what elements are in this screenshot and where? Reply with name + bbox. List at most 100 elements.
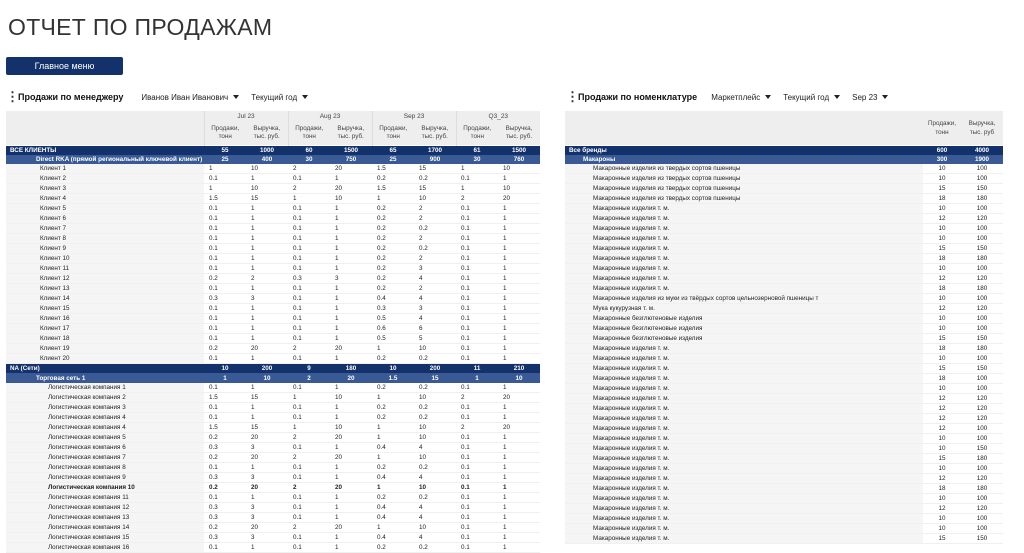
table-row[interactable]: Макаронные изделия т. м. 10 100 [565, 383, 1003, 395]
table-row[interactable]: Макаронные изделия т. м. 10 100 [565, 523, 1003, 535]
table-row[interactable]: ВСЕ КЛИЕНТЫ 55 1000 60 1500 65 1700 61 1500 [6, 144, 541, 155]
table-row[interactable]: Макаронные изделия т. м. 15 150 [565, 243, 1003, 255]
table-row[interactable]: Макаронные безглютеновые изделия 10 100 [565, 313, 1003, 325]
table-row[interactable]: Торговая сеть 1 1 10 2 20 1.5 15 1 10 [6, 373, 541, 383]
table-row[interactable]: Макаронные изделия т. м. 12 120 [565, 403, 1003, 415]
row-label: Логистическая компания 13 [6, 512, 204, 524]
table-row[interactable]: Макаронные изделия т. м. 10 100 [565, 353, 1003, 365]
period-dropdown-left[interactable]: Текущий год [251, 93, 308, 102]
row-label: Клиент 9 [6, 243, 204, 255]
table-row[interactable]: Логистическая компания 15 0.3 3 0.1 1 0.4 4 0.1… [6, 532, 541, 544]
table-row[interactable]: Макаронные изделия т. м. 10 100 [565, 263, 1003, 275]
table-row[interactable]: Макаронные изделия из твердых сортов пше… [565, 164, 1003, 175]
table-row[interactable]: Макаронные изделия т. м. 10 100 [565, 513, 1003, 525]
table-row[interactable]: Макаронные изделия т. м. 12 120 [565, 503, 1003, 515]
cell-value: 15 [923, 453, 961, 465]
table-row[interactable]: Макароны 300 1900 [565, 154, 1003, 165]
table-row[interactable]: Клиент 3 1 10 2 20 1.5 15 1 10 [6, 183, 541, 195]
table-row[interactable]: Логистическая компания 9 0.3 3 0.1 1 0.4 4 0.1 1 [6, 472, 541, 484]
table-row[interactable]: Макаронные изделия из муки из твёрдых со… [565, 293, 1003, 305]
table-row[interactable]: Макаронные изделия т. м. 12 120 [565, 393, 1003, 405]
table-row[interactable]: Макаронные изделия т. м. 18 180 [565, 343, 1003, 355]
table-row[interactable]: Логистическая компания 14 0.2 20 2 20 1 10 0.1 1 [6, 522, 541, 534]
table-row[interactable]: Клиент 8 0.1 1 0.1 1 0.2 2 0.1 1 [6, 233, 541, 245]
table-row[interactable]: Макаронные изделия т. м. 18 180 [565, 483, 1003, 495]
table-row[interactable]: Клиент 11 0.1 1 0.1 1 0.2 3 0.1 1 [6, 263, 541, 275]
table-row[interactable]: Direct RKA (прямой региональный ключевой… [6, 154, 541, 165]
table-row[interactable]: Логистическая компания 10 0.2 20 2 20 1 10 0.1 1 [6, 482, 541, 494]
table-row[interactable]: Логистическая компания 7 0.2 20 2 20 1 10 0.1 1 [6, 452, 541, 464]
table-row[interactable]: Логистическая компания 1 0.1 1 0.1 1 0.2 0.2 0.… [6, 382, 541, 394]
table-row[interactable]: Макаронные изделия т. м. 18 180 [565, 283, 1003, 295]
table-row[interactable]: Макаронные изделия т. м. 10 150 [565, 443, 1003, 455]
table-row[interactable]: Макаронные изделия т. м. 18 180 [565, 253, 1003, 265]
cell-value: 1 [330, 442, 373, 454]
table-row[interactable]: Макаронные безглютеновые изделия 10 100 [565, 323, 1003, 335]
table-row[interactable]: Клиент 18 0.1 1 0.1 1 0.5 5 0.1 1 [6, 333, 541, 345]
table-row[interactable]: Макаронные изделия из твердых сортов пше… [565, 183, 1003, 195]
table-row[interactable]: Логистическая компания 3 0.1 1 0.1 1 0.2 0.2 0.… [6, 402, 541, 414]
table-row[interactable]: Макаронные изделия т. м. 10 100 [565, 203, 1003, 215]
table-row[interactable]: Макаронные изделия т. м. 12 120 [565, 473, 1003, 485]
table-row[interactable]: Клиент 16 0.1 1 0.1 1 0.5 4 0.1 1 [6, 313, 541, 325]
table-row[interactable]: Макаронные изделия т. м. 15 180 [565, 453, 1003, 465]
table-row[interactable]: Макаронные изделия т. м. 10 100 [565, 223, 1003, 235]
table-row[interactable]: Макаронные изделия т. м. 12 120 [565, 213, 1003, 225]
table-row[interactable]: Клиент 1 1 10 2 20 1.5 15 1 10 [6, 164, 541, 175]
table-row[interactable]: Логистическая компания 2 1.5 15 1 10 1 10 2 20 [6, 392, 541, 404]
table-row[interactable]: Клиент 2 0.1 1 0.1 1 0.2 0.2 0.1 1 [6, 173, 541, 185]
period-dropdown-right[interactable]: Текущий год [783, 93, 840, 102]
channel-dropdown[interactable]: Маркетплейс [711, 93, 771, 102]
month-dropdown[interactable]: Sep 23 [852, 93, 888, 102]
table-row[interactable]: Логистическая компания 4 0.1 1 0.1 1 0.2 0.2 0.… [6, 412, 541, 424]
table-row[interactable]: Логистическая компания 8 0.1 1 0.1 1 0.2 0.2 0.… [6, 462, 541, 474]
table-row[interactable]: Клиент 15 0.1 1 0.1 1 0.3 3 0.1 1 [6, 303, 541, 315]
table-row[interactable]: NA (Сети) 10 200 9 180 10 200 11 210 [6, 363, 541, 374]
table-row[interactable]: Макаронные изделия т. м. 18 100 [565, 373, 1003, 385]
table-row[interactable]: Клиент 13 0.1 1 0.1 1 0.2 2 0.1 1 [6, 283, 541, 295]
table-row[interactable]: Клиент 6 0.1 1 0.1 1 0.2 2 0.1 1 [6, 213, 541, 225]
table-row[interactable]: Клиент 9 0.1 1 0.1 1 0.2 0.2 0.1 1 [6, 243, 541, 255]
table-row[interactable]: Клиент 5 0.1 1 0.1 1 0.2 2 0.1 1 [6, 203, 541, 215]
cell-value: 0.2 [204, 452, 246, 464]
cell-value: 100 [961, 463, 1003, 475]
table-row[interactable]: Логистическая компания 11 0.1 1 0.1 1 0.2 0.2 0… [6, 492, 541, 504]
table-row[interactable]: Клиент 7 0.1 1 0.1 1 0.2 0.2 0.1 1 [6, 223, 541, 235]
table-row[interactable]: Макаронные изделия т. м. 10 100 [565, 433, 1003, 445]
table-row[interactable]: Макаронные изделия т. м. 10 100 [565, 233, 1003, 245]
table-row[interactable]: Клиент 12 0.2 2 0.3 3 0.2 4 0.1 1 [6, 273, 541, 285]
table-row[interactable]: Макаронные изделия т. м. 15 150 [565, 363, 1003, 375]
table-row[interactable]: Макаронные изделия т. м. 15 150 [565, 533, 1003, 545]
table-row[interactable]: Макаронные изделия т. м. 12 120 [565, 273, 1003, 285]
table-row[interactable]: Логистическая компания 6 0.3 3 0.1 1 0.4 4 0.1 1 [6, 442, 541, 454]
table-row[interactable]: Логистическая компания 12 0.3 3 0.1 1 0.4 4 0.1… [6, 502, 541, 514]
more-options-icon[interactable]: ⋮ [6, 89, 19, 105]
table-row[interactable]: Клиент 10 0.1 1 0.1 1 0.2 2 0.1 1 [6, 253, 541, 265]
cell-value: 100 [961, 493, 1003, 505]
table-row[interactable]: Логистическая компания 13 0.3 3 0.1 1 0.4 4 0.1… [6, 512, 541, 524]
table-row[interactable]: Логистическая компания 5 0.2 20 2 20 1 10 0.1 1 [6, 432, 541, 444]
table-row[interactable]: Мука кукурузная т. м. 12 120 [565, 303, 1003, 315]
table-row[interactable]: Логистическая компания 16 0.1 1 0.1 1 0.2 0.2 0… [6, 542, 541, 553]
table-row[interactable]: Клиент 19 0.2 20 2 20 1 10 0.1 1 [6, 343, 541, 355]
cell-value: 100 [961, 164, 1003, 175]
cell-value: 1 [330, 462, 373, 474]
table-row[interactable]: Макаронные изделия т. м. 12 120 [565, 413, 1003, 425]
table-row[interactable]: Макаронные изделия т. м. 10 100 [565, 463, 1003, 475]
table-row[interactable]: Макаронные изделия т. м. 12 100 [565, 423, 1003, 435]
table-row[interactable]: Логистическая компания 4 1.5 15 1 10 1 10 2 20 [6, 422, 541, 434]
more-options-icon[interactable]: ⋮ [566, 89, 579, 105]
table-row[interactable]: Клиент 4 1.5 15 1 10 1 10 2 20 [6, 193, 541, 205]
table-row[interactable]: Макаронные изделия т. м. 10 100 [565, 493, 1003, 505]
table-row[interactable]: Клиент 17 0.1 1 0.1 1 0.6 6 0.1 1 [6, 323, 541, 335]
cell-value: 1.5 [372, 183, 415, 195]
table-row[interactable]: Все бренды 600 4000 [565, 144, 1003, 155]
table-row[interactable]: Макаронные безглютеновые изделия 15 150 [565, 333, 1003, 345]
table-row[interactable]: Макаронные изделия из твердых сортов пше… [565, 173, 1003, 185]
cell-value: 15 [923, 183, 961, 195]
table-row[interactable]: Клиент 20 0.1 1 0.1 1 0.2 0.2 0.1 1 [6, 353, 541, 365]
manager-dropdown[interactable]: Иванов Иван Иванович [141, 93, 239, 102]
main-menu-button[interactable]: Главное меню [6, 57, 123, 75]
table-row[interactable]: Макаронные изделия из твердых сортов пше… [565, 193, 1003, 205]
table-row[interactable]: Клиент 14 0.3 3 0.1 1 0.4 4 0.1 1 [6, 293, 541, 305]
